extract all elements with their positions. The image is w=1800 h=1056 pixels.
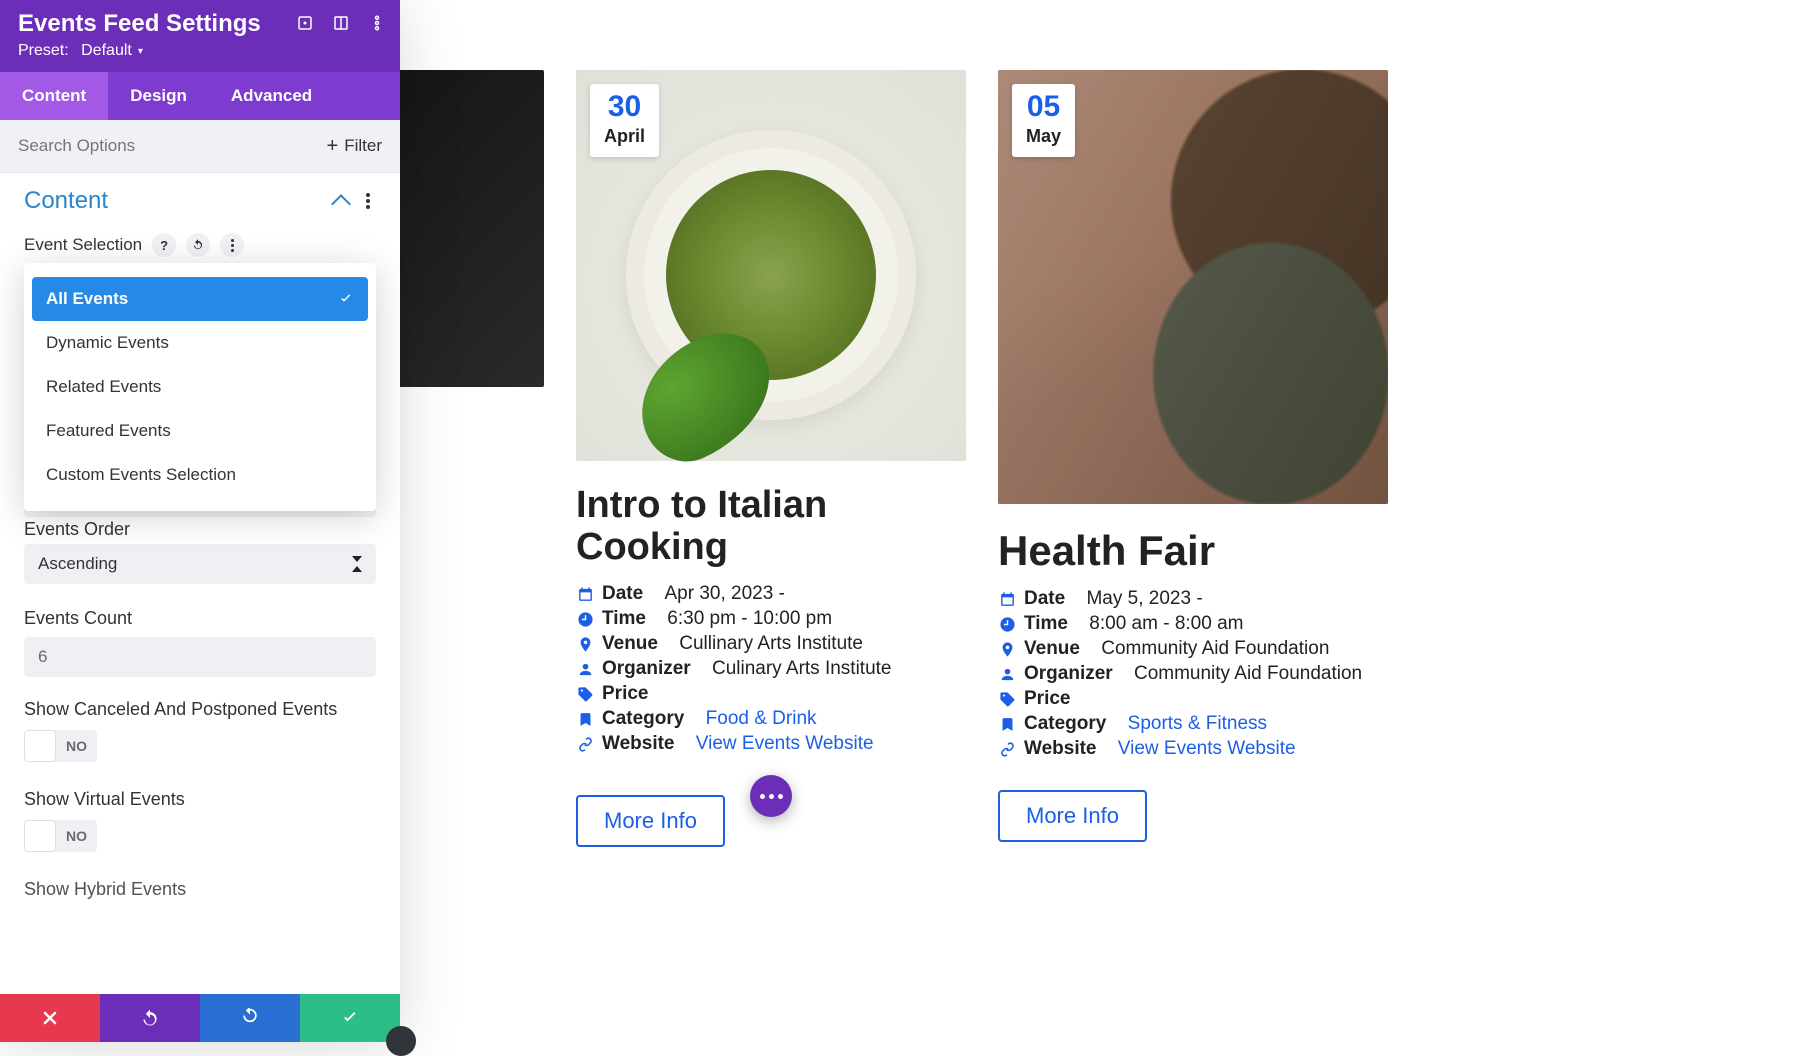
category-link[interactable]: Sports & Fitness [1128,713,1267,735]
show-virtual-toggle[interactable]: NO [24,820,97,852]
content-section-header[interactable]: Content [0,173,400,221]
show-canceled-label: Show Canceled And Postponed Events [0,693,400,724]
reset-icon[interactable] [186,233,210,257]
events-order-select[interactable]: Ascending [24,544,376,584]
section-more-icon[interactable] [360,193,376,209]
help-icon[interactable]: ? [152,233,176,257]
show-canceled-toggle[interactable]: NO [24,730,97,762]
event-title: Intro to Italian Cooking [576,485,966,569]
module-fab-button[interactable] [750,775,792,817]
calendar-icon [576,586,594,603]
date-day: 05 [1026,92,1061,122]
tab-content[interactable]: Content [0,72,108,120]
person-icon [576,661,594,678]
event-date-badge: 30 April [590,84,659,157]
panel-button-bar [0,994,400,1042]
pin-icon [576,636,594,653]
chevron-down-icon: ▾ [138,46,143,57]
events-order-label: Events Order [0,517,400,544]
tag-icon [998,691,1016,708]
clock-icon [576,611,594,628]
filter-button[interactable]: +Filter [309,120,400,172]
person-icon [998,666,1016,683]
panel-header: Events Feed Settings Preset: Default ▾ [0,0,400,72]
redo-button[interactable] [200,994,300,1042]
option-dynamic-events[interactable]: Dynamic Events [32,321,368,365]
date-month: April [604,126,645,147]
preset-selector[interactable]: Preset: Default ▾ [18,42,382,60]
date-day: 30 [604,92,645,122]
calendar-icon [998,591,1016,608]
event-meta-list: Date May 5, 2023 - Time 8:00 am - 8:00 a… [998,588,1388,760]
more-info-button[interactable]: More Info [576,795,725,847]
option-related-events[interactable]: Related Events [32,365,368,409]
events-count-input[interactable] [24,637,376,677]
search-bar: +Filter [0,120,400,173]
panel-tabs: Content Design Advanced [0,72,400,120]
option-custom-events[interactable]: Custom Events Selection [32,453,368,497]
field-options-icon[interactable] [220,233,244,257]
event-image: 05 May [998,70,1388,504]
field-label: Event Selection [24,235,142,255]
more-icon[interactable] [368,14,386,32]
save-button[interactable] [300,994,400,1042]
show-hybrid-label: Show Hybrid Events [0,873,400,904]
dropdown-popup: All Events Dynamic Events Related Events… [24,263,376,511]
event-selection-label-row: Event Selection ? [0,221,400,263]
event-card: 05 May Health Fair Date May 5, 2023 - Ti… [998,70,1388,847]
website-link[interactable]: View Events Website [1118,738,1296,760]
event-selection-dropdown[interactable]: All Events Dynamic Events Related Events… [24,263,376,477]
settings-panel: Events Feed Settings Preset: Default ▾ C… [0,0,400,1042]
tag-icon [576,686,594,703]
chevron-up-icon[interactable] [331,194,351,214]
discard-button[interactable] [0,994,100,1042]
more-info-button[interactable]: More Info [998,790,1147,842]
bookmark-icon [998,716,1016,733]
event-date-badge: 05 May [1012,84,1075,157]
option-featured-events[interactable]: Featured Events [32,409,368,453]
link-icon [998,741,1016,758]
category-link[interactable]: Food & Drink [706,708,817,730]
section-title: Content [24,187,108,215]
date-month: May [1026,126,1061,147]
website-link[interactable]: View Events Website [696,733,874,755]
expand-icon[interactable] [296,14,314,32]
link-icon [576,736,594,753]
events-count-label: Events Count [0,602,400,633]
event-meta-list: Date Apr 30, 2023 - Time 6:30 pm - 10:00… [576,583,966,755]
search-input[interactable] [0,122,309,170]
bookmark-icon [576,711,594,728]
tab-advanced[interactable]: Advanced [209,72,334,120]
option-all-events[interactable]: All Events [32,277,368,321]
event-image: 30 April [576,70,966,461]
clock-icon [998,616,1016,633]
columns-icon[interactable] [332,14,350,32]
resize-handle[interactable] [386,1026,416,1056]
undo-button[interactable] [100,994,200,1042]
event-card: 30 April Intro to Italian Cooking Date A… [576,70,966,847]
show-virtual-label: Show Virtual Events [0,783,400,814]
plus-icon: + [327,135,339,158]
tab-design[interactable]: Design [108,72,209,120]
event-title: Health Fair [998,528,1388,574]
check-icon [338,291,354,307]
pin-icon [998,641,1016,658]
